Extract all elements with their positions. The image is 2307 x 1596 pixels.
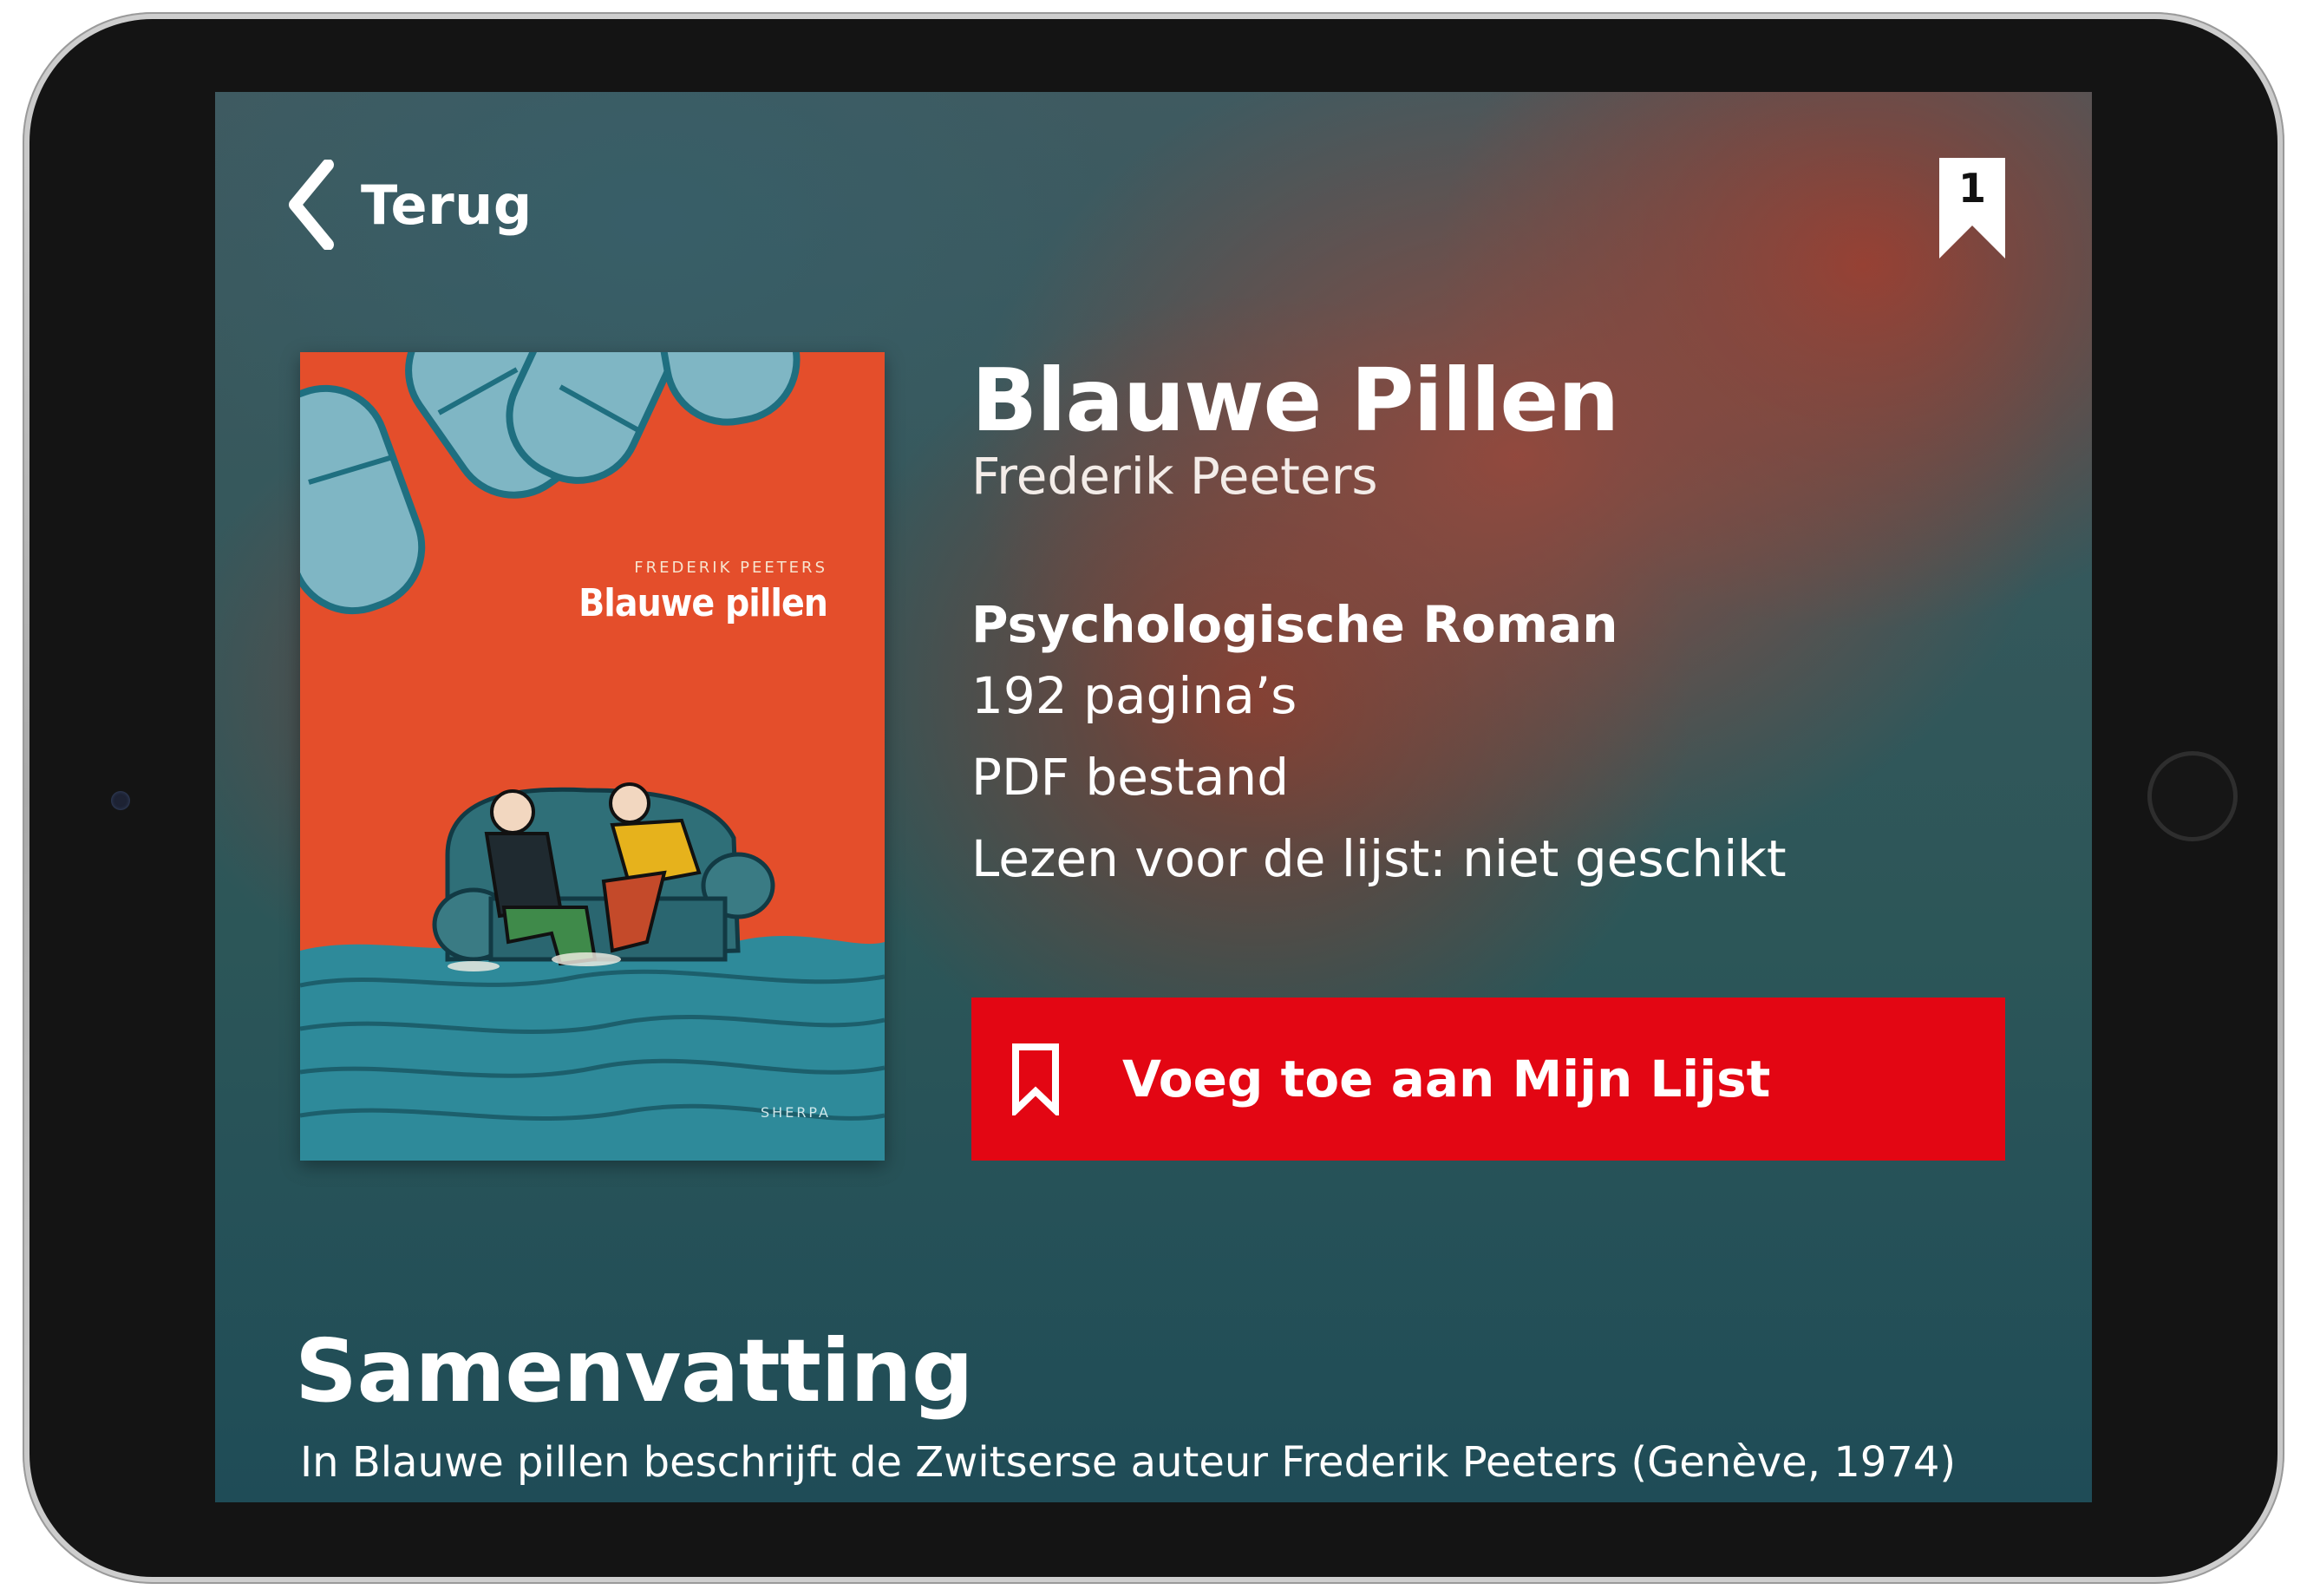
bookmark-outline-icon bbox=[1012, 1043, 1059, 1115]
cover-illustration bbox=[300, 352, 885, 1161]
reading-list-status: Lezen voor de lijst: niet geschikt bbox=[971, 829, 1787, 889]
back-button[interactable]: Terug bbox=[286, 160, 533, 250]
book-pages: 192 pagina’s bbox=[971, 666, 1297, 726]
book-format: PDF bestand bbox=[971, 748, 1290, 808]
my-list-button[interactable]: 1 bbox=[1939, 158, 2005, 258]
cover-author: FREDERIK PEETERS bbox=[634, 559, 827, 577]
front-camera bbox=[111, 791, 130, 810]
add-to-my-list-button[interactable]: Voeg toe aan Mijn Lijst bbox=[971, 998, 2005, 1161]
chevron-left-icon bbox=[289, 160, 334, 250]
book-author: Frederik Peeters bbox=[971, 447, 1378, 506]
summary-text: In Blauwe pillen beschrijft de Zwitserse… bbox=[300, 1438, 1957, 1487]
book-genre: Psychologische Roman bbox=[971, 594, 1618, 654]
book-info: Blauwe Pillen Frederik Peeters Psycholog… bbox=[971, 352, 2038, 899]
book-title: Blauwe Pillen bbox=[971, 350, 1619, 451]
book-cover: FREDERIK PEETERS Blauwe pillen SHERPA bbox=[300, 352, 885, 1161]
home-button[interactable] bbox=[2147, 751, 2238, 841]
summary-heading: Samenvatting bbox=[295, 1320, 974, 1422]
back-label: Terug bbox=[361, 173, 533, 237]
my-list-count: 1 bbox=[1957, 165, 1986, 212]
cover-title: Blauwe pillen bbox=[578, 581, 828, 625]
book-detail-screen: Terug 1 FREDERIK PEETERS Blauwe pillen S… bbox=[215, 92, 2092, 1502]
add-to-my-list-label: Voeg toe aan Mijn Lijst bbox=[1122, 1050, 1771, 1109]
cover-publisher: SHERPA bbox=[761, 1104, 831, 1121]
